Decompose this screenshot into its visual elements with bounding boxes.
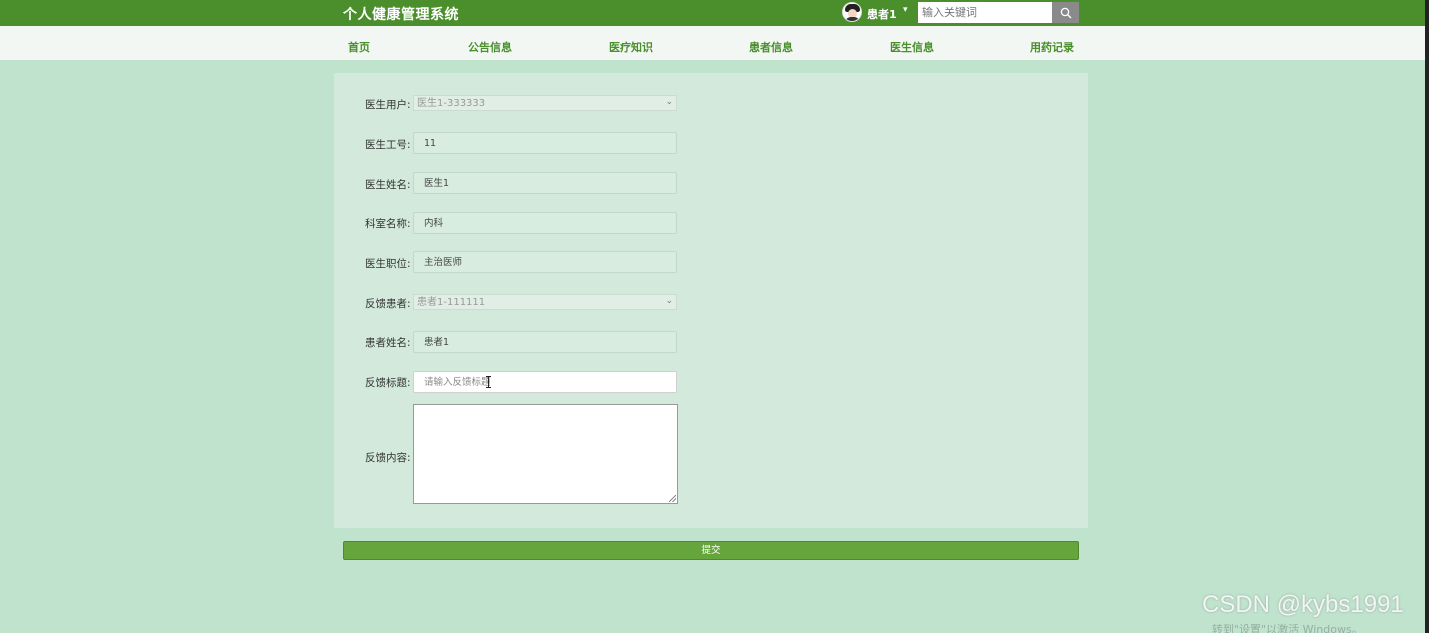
window-edge [1425,0,1429,633]
resize-grip-icon[interactable] [669,495,676,502]
feedback-patient-value: 患者1-111111 [417,297,486,308]
feedback-content-textarea[interactable] [413,404,678,504]
nav-item-patient-info[interactable]: 患者信息 [749,39,793,55]
feedback-title-input[interactable]: 请输入反馈标题 [413,371,677,393]
feedback-content-label: 反馈内容: [365,452,411,464]
site-title[interactable]: 个人健康管理系统 [343,4,459,24]
doctor-id-field[interactable]: 11 [413,132,677,154]
position-label: 医生职位: [365,258,411,270]
chevron-down-icon: ⌄ [665,296,673,306]
user-menu-caret-icon[interactable]: ▾ [903,5,908,15]
nav-item-doctor-info[interactable]: 医生信息 [890,39,934,55]
feedback-patient-label: 反馈患者: [365,298,411,310]
doctor-name-field[interactable]: 医生1 [413,172,677,194]
windows-activation-notice: 转到"设置"以激活 Windows。 [1212,623,1363,633]
chevron-down-icon: ⌄ [665,97,673,107]
user-name[interactable]: 患者1 [867,6,897,22]
search-input[interactable] [918,2,1052,23]
search-icon [1060,7,1071,18]
patient-name-field[interactable]: 患者1 [413,331,677,353]
top-bar: 个人健康管理系统 患者1 ▾ [0,0,1425,26]
doctor-name-label: 医生姓名: [365,179,411,191]
feedback-title-label: 反馈标题: [365,377,411,389]
watermark: CSDN @kybs1991 [1202,591,1404,618]
text-cursor-icon [486,376,491,388]
nav-item-home[interactable]: 首页 [348,39,370,55]
nav-item-announcements[interactable]: 公告信息 [468,39,512,55]
feedback-patient-select[interactable]: 患者1-111111 ⌄ [413,294,677,310]
search-button[interactable] [1052,2,1079,23]
doctor-id-label: 医生工号: [365,139,411,151]
main-nav: 首页 公告信息 医疗知识 患者信息 医生信息 用药记录 [0,26,1425,60]
department-field[interactable]: 内科 [413,212,677,234]
nav-item-medication-records[interactable]: 用药记录 [1030,39,1074,55]
submit-button[interactable]: 提交 [343,541,1079,560]
position-field[interactable]: 主治医师 [413,251,677,273]
patient-name-label: 患者姓名: [365,337,411,349]
doctor-user-select[interactable]: 医生1-333333 ⌄ [413,95,677,111]
department-label: 科室名称: [365,218,411,230]
nav-item-medical-knowledge[interactable]: 医疗知识 [609,39,653,55]
doctor-user-label: 医生用户: [365,99,411,111]
doctor-user-value: 医生1-333333 [417,98,486,109]
user-avatar[interactable] [842,2,862,22]
